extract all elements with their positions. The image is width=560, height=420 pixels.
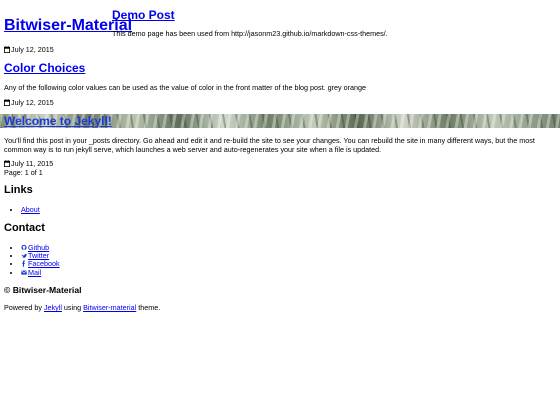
- list-item: Mail: [21, 268, 60, 277]
- post-link-welcome-to-jekyll[interactable]: Welcome to Jekyll!: [4, 114, 112, 128]
- links-list: About: [8, 205, 40, 214]
- post-link-color-choices[interactable]: Color Choices: [4, 61, 85, 75]
- post-title-demo-post: Demo Post: [112, 8, 175, 22]
- post-date-color-choices: July 12, 2015: [4, 98, 54, 107]
- date-text: July 12, 2015: [11, 98, 54, 107]
- post-link-demo-post[interactable]: Demo Post: [112, 8, 175, 22]
- about-link[interactable]: About: [21, 205, 40, 214]
- calendar-icon: [4, 99, 10, 106]
- twitter-icon: [21, 252, 27, 259]
- footer-credit: Powered by Jekyll using Bitwiser-materia…: [4, 303, 161, 312]
- calendar-icon: [4, 160, 10, 167]
- date-text: July 11, 2015: [11, 159, 54, 168]
- jekyll-link[interactable]: Jekyll: [44, 303, 62, 312]
- post-banner-image: Welcome to Jekyll!: [0, 114, 560, 128]
- post-date-welcome-to-jekyll: July 11, 2015: [4, 159, 53, 168]
- post-excerpt-color-choices: Any of the following color values can be…: [4, 83, 366, 92]
- post-title-welcome-to-jekyll: Welcome to Jekyll!: [4, 114, 112, 128]
- github-icon: [21, 244, 27, 251]
- post-excerpt-welcome-to-jekyll: You’ll find this post in your _posts dir…: [4, 136, 535, 154]
- footer-copyright: © Bitwiser-Material: [4, 285, 82, 295]
- post-date-demo-post: July 12, 2015: [4, 45, 54, 54]
- theme-link[interactable]: Bitwiser-material: [83, 303, 136, 312]
- mail-link[interactable]: Mail: [21, 268, 41, 277]
- post-excerpt-demo-post: This demo page has been used from http:/…: [112, 29, 388, 38]
- contact-list: Github Twitter Facebook Mail: [8, 243, 60, 277]
- date-text: July 12, 2015: [11, 45, 54, 54]
- pagination-text: Page: 1 of 1: [4, 168, 43, 177]
- contact-heading: Contact: [4, 222, 45, 234]
- calendar-icon: [4, 46, 10, 53]
- facebook-icon: [21, 260, 27, 268]
- links-heading: Links: [4, 184, 33, 196]
- post-title-color-choices: Color Choices: [4, 61, 85, 75]
- list-item: About: [21, 205, 40, 214]
- mail-icon: [21, 269, 27, 276]
